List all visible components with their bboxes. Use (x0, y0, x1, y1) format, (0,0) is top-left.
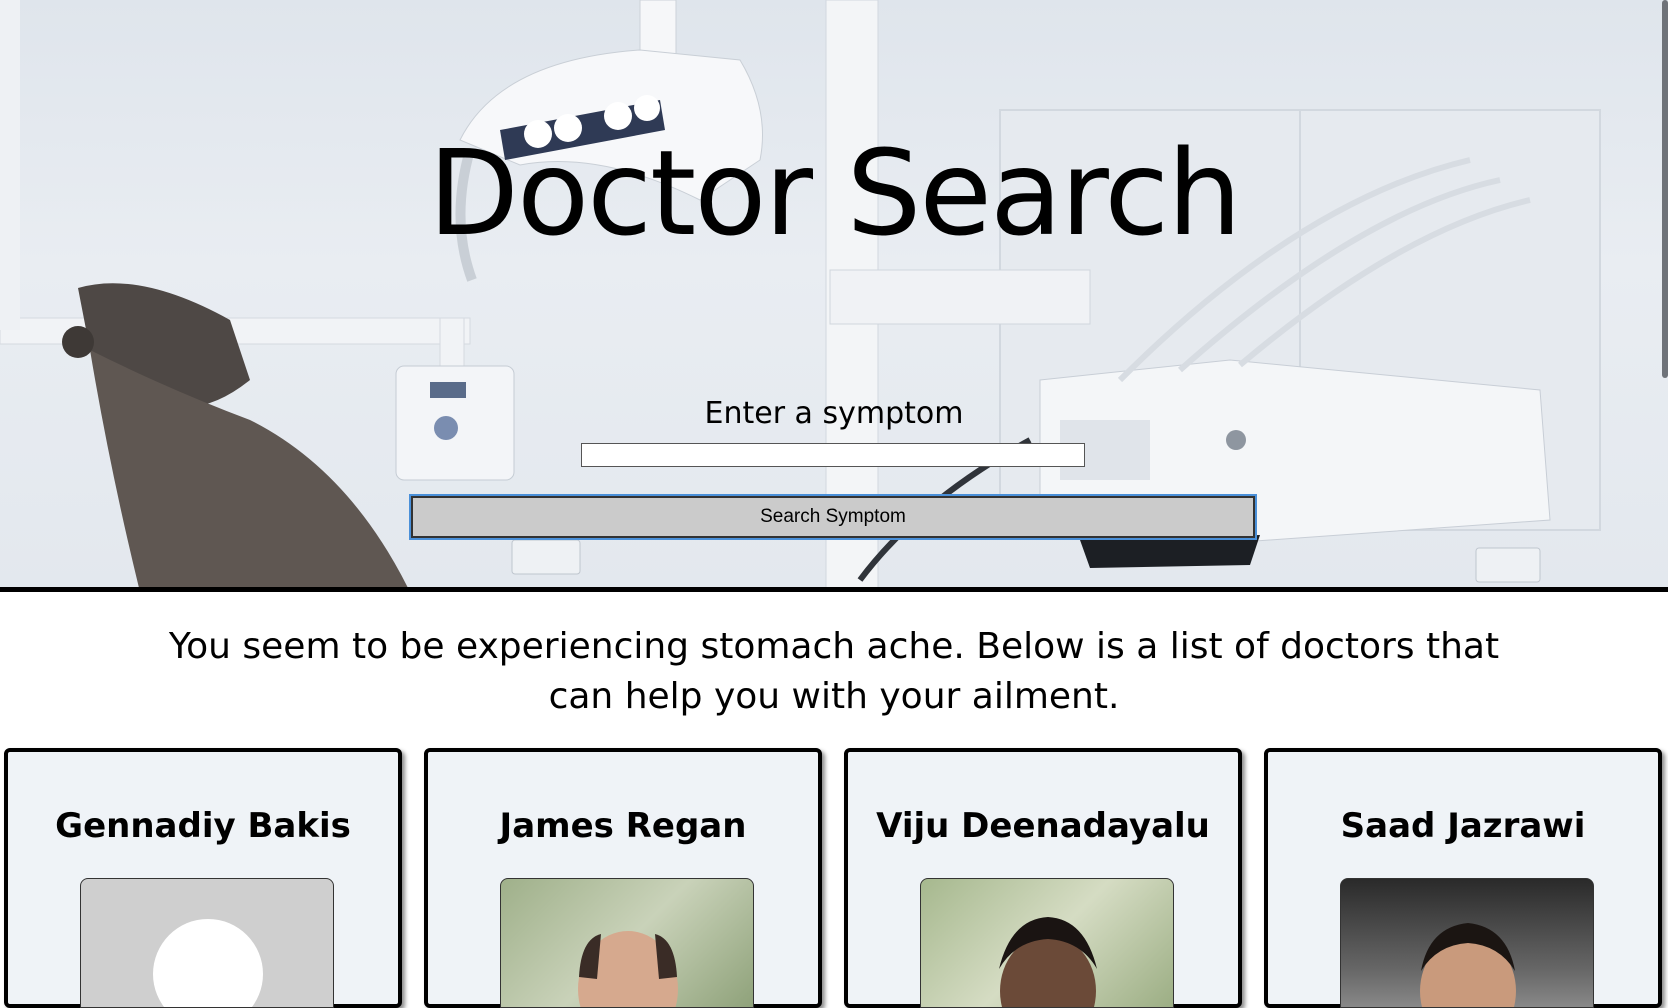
doctor-card[interactable]: Saad Jazrawi (1264, 748, 1662, 1008)
symptom-label: Enter a symptom (704, 396, 964, 431)
diagnosis-message: You seem to be experiencing stomach ache… (168, 626, 1500, 717)
doctor-name: Viju Deenadayalu (876, 806, 1210, 846)
doctor-photo (500, 878, 754, 1008)
doctor-name: Gennadiy Bakis (55, 806, 351, 846)
scrollbar[interactable] (1662, 0, 1668, 378)
symptom-input[interactable] (581, 443, 1085, 467)
search-symptom-button[interactable]: Search Symptom (409, 494, 1257, 540)
default-avatar-icon (80, 878, 334, 1008)
doctor-card[interactable]: James Regan (424, 748, 822, 1008)
doctor-card[interactable]: Viju Deenadayalu (844, 748, 1242, 1008)
hero-banner: Doctor Search Enter a symptom Search Sym… (0, 0, 1668, 592)
doctor-name: James Regan (499, 806, 747, 846)
doctor-photo (1340, 878, 1594, 1008)
doctor-photo (920, 878, 1174, 1008)
doctor-name: Saad Jazrawi (1340, 806, 1586, 846)
doctor-card[interactable]: Gennadiy Bakis (4, 748, 402, 1008)
page-title: Doctor Search (428, 124, 1242, 262)
